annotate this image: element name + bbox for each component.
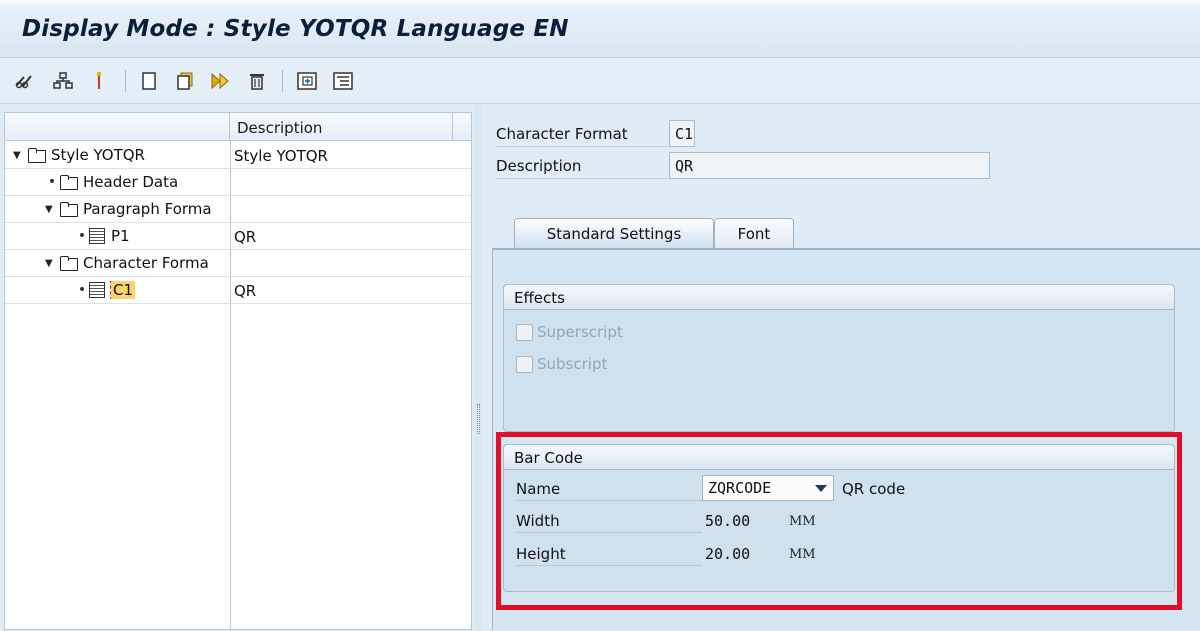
tab-standard-settings[interactable]: Standard Settings (514, 218, 714, 248)
expand-icon[interactable] (296, 70, 318, 92)
expand-arrow-icon[interactable]: ▼ (45, 258, 59, 269)
new-document-icon[interactable] (138, 70, 160, 92)
tree-node-label: Header Data (83, 173, 179, 191)
pin-icon[interactable] (88, 70, 110, 92)
description-label: Description (496, 152, 668, 179)
tree-row[interactable]: • Header Data (5, 169, 471, 196)
tree-node[interactable]: ▼ Style YOTQR (13, 146, 145, 164)
tree-node[interactable]: • P1 (75, 227, 130, 245)
tree-header-description: Description (237, 119, 323, 137)
tree-node[interactable]: • Header Data (45, 173, 178, 191)
tree-row[interactable]: ▼ Character Forma (5, 250, 471, 277)
tree-header-end (452, 113, 471, 140)
checkbox-icon[interactable] (516, 323, 533, 341)
tree-node-description: QR (234, 282, 257, 300)
panel-splitter[interactable] (475, 104, 482, 630)
tree-node-label: P1 (111, 227, 130, 245)
expand-arrow-icon[interactable]: ▼ (13, 150, 27, 161)
collapse-icon[interactable] (332, 70, 354, 92)
toolbar-separator (125, 70, 126, 92)
tree-node-label: C1 (109, 281, 136, 299)
tree-header-node-column (5, 113, 230, 140)
subscript-checkbox[interactable]: Subscript (516, 355, 607, 373)
superscript-label: Superscript (537, 323, 623, 341)
copy-icon[interactable] (174, 70, 196, 92)
effects-group-title: Effects (504, 285, 1174, 310)
title-bar: Display Mode : Style YOTQR Language EN (0, 0, 1200, 58)
toolbar-separator (282, 70, 283, 92)
tree-row[interactable]: ▼ Paragraph Forma (5, 196, 471, 223)
tree-node-label: Paragraph Forma (83, 200, 212, 218)
tree-node-label: Style YOTQR (51, 146, 145, 164)
tree-row[interactable]: • P1 QR (5, 223, 471, 250)
highlight-annotation-box (496, 432, 1182, 610)
splitter-grip-icon[interactable] (477, 404, 480, 434)
format-document-icon (89, 228, 105, 244)
tree-node[interactable]: ▼ Paragraph Forma (45, 200, 227, 218)
open-folder-icon (59, 202, 79, 217)
superscript-checkbox[interactable]: Superscript (516, 323, 623, 341)
bullet-icon: • (47, 174, 57, 190)
open-folder-icon (27, 148, 47, 163)
tab-font[interactable]: Font (714, 218, 794, 248)
checkbox-icon[interactable] (516, 355, 533, 373)
character-format-field[interactable]: C1 (669, 120, 695, 147)
application-toolbar (0, 58, 1200, 104)
format-document-icon (89, 282, 105, 298)
bullet-icon: • (77, 228, 87, 244)
hierarchy-icon[interactable] (52, 70, 74, 92)
folder-icon (59, 175, 79, 190)
open-folder-icon (59, 256, 79, 271)
description-field[interactable]: QR (669, 152, 990, 179)
tree-row-selected[interactable]: • C1 QR (5, 277, 471, 304)
bullet-icon: • (77, 282, 87, 298)
expand-arrow-icon[interactable]: ▼ (45, 204, 59, 215)
page-title: Display Mode : Style YOTQR Language EN (22, 16, 569, 42)
tree-node-description: Style YOTQR (234, 147, 328, 165)
subscript-label: Subscript (537, 355, 608, 373)
tree-node[interactable]: • C1 (75, 281, 136, 299)
effects-group: Effects Superscript Subscript (503, 284, 1175, 432)
style-tree: Description ▼ Style YOTQR Style YOTQR • … (4, 112, 472, 631)
tree-node-description: QR (234, 228, 257, 246)
tree-node-label: Character Forma (83, 254, 209, 272)
forward-icon[interactable] (210, 70, 232, 92)
tree-row[interactable]: ▼ Style YOTQR Style YOTQR (5, 142, 471, 169)
tree-header: Description (5, 113, 471, 141)
delete-icon[interactable] (246, 70, 268, 92)
tree-node[interactable]: ▼ Character Forma (45, 254, 227, 272)
glasses-icon[interactable] (14, 70, 36, 92)
character-format-label: Character Format (496, 120, 668, 147)
